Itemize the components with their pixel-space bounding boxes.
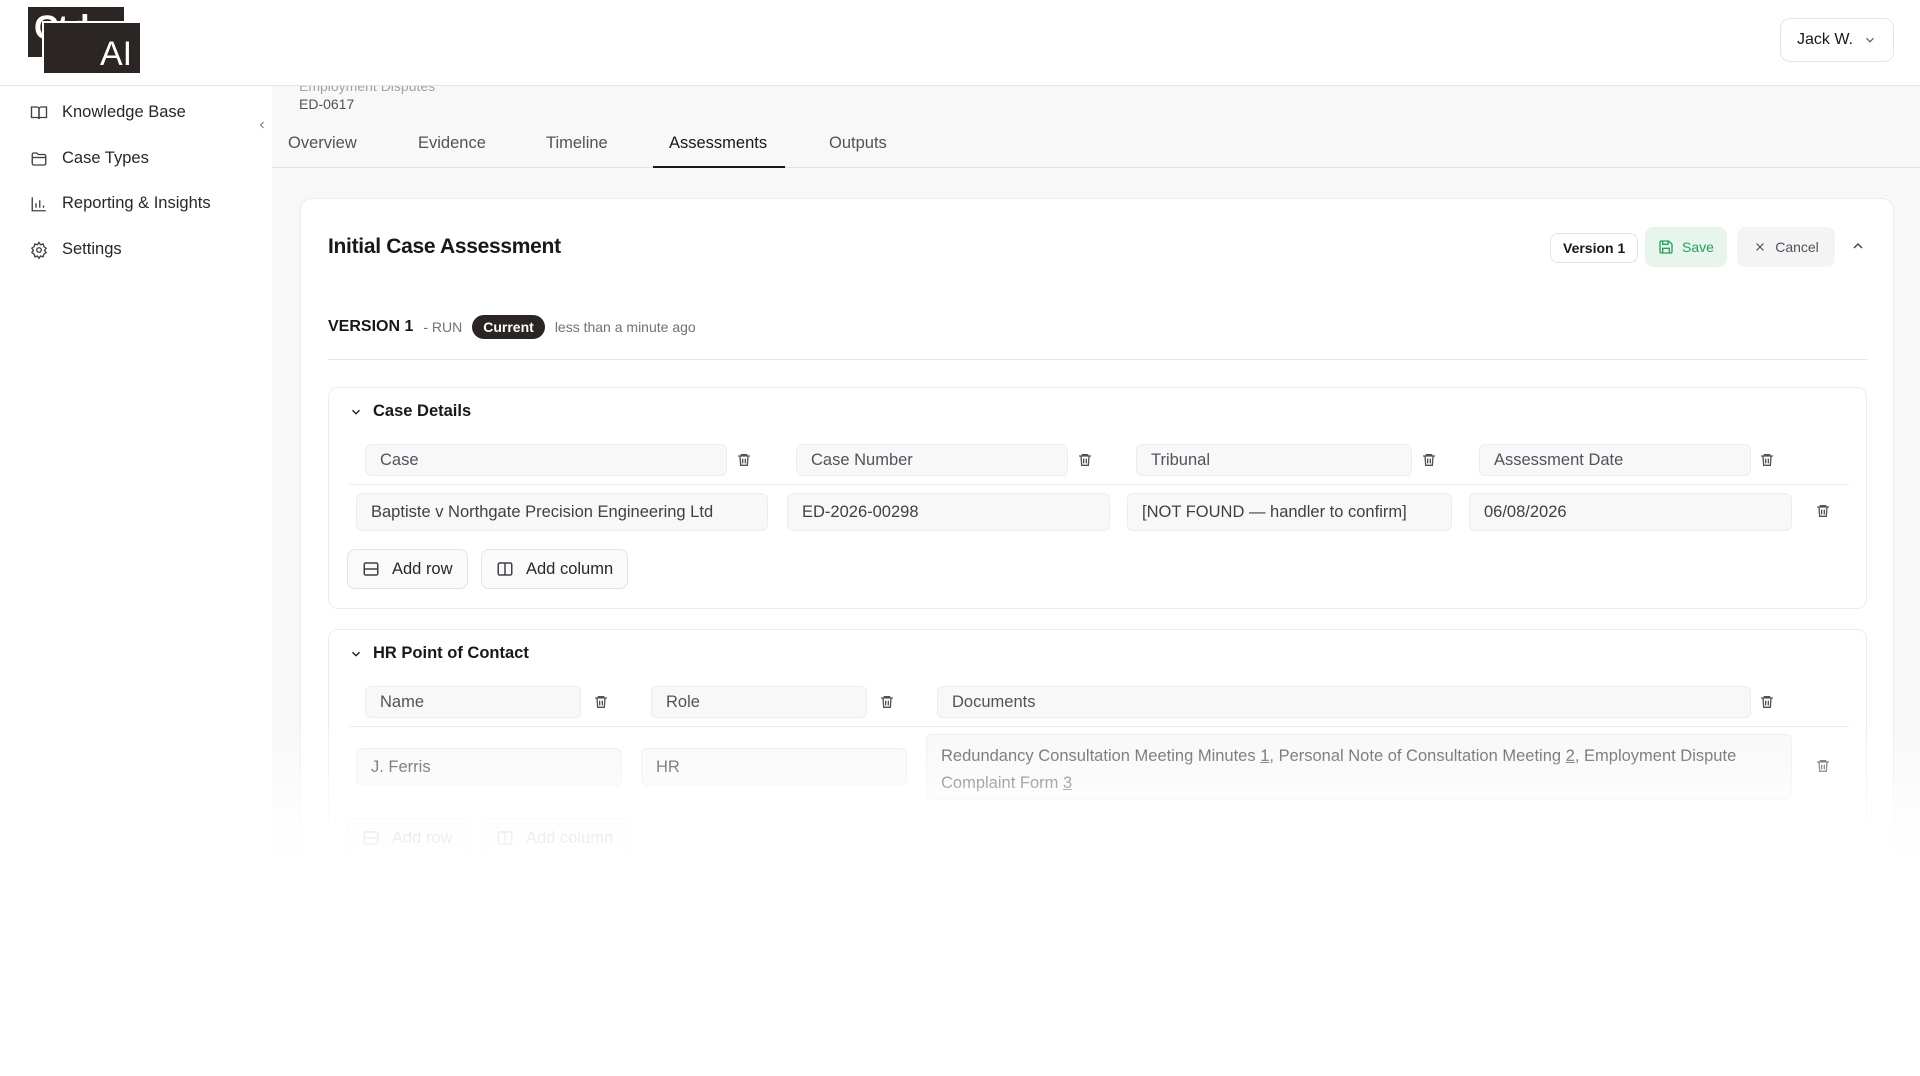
delete-column-trash-icon[interactable] xyxy=(1077,452,1093,468)
collapse-sidebar-chevron-icon[interactable] xyxy=(256,118,268,132)
add-row-label: Add row xyxy=(392,559,453,578)
cell-input[interactable]: HR xyxy=(641,748,907,786)
cell-input[interactable]: Baptiste v Northgate Precision Engineeri… xyxy=(356,493,768,531)
chevron-down-icon xyxy=(349,647,363,661)
cell-input[interactable]: 06/08/2026 xyxy=(1469,493,1792,531)
logo-text-ai: AI xyxy=(100,35,133,73)
column-header-field[interactable]: Tribunal xyxy=(1136,444,1412,476)
bar-chart-icon xyxy=(30,195,48,213)
cell-input[interactable]: [NOT FOUND — handler to confirm] xyxy=(1127,493,1452,531)
tab-timeline[interactable]: Timeline xyxy=(546,134,608,153)
user-menu-button[interactable]: Jack W. xyxy=(1780,18,1894,62)
save-button[interactable]: Save xyxy=(1645,227,1727,267)
citation-ref[interactable]: 1 xyxy=(1260,747,1269,765)
citation-ref[interactable]: 2 xyxy=(1566,747,1575,765)
add-column-label: Add column xyxy=(526,828,614,847)
documents-cell[interactable]: Redundancy Consultation Meeting Minutes … xyxy=(926,734,1792,800)
tab-bar: Overview Evidence Timeline Assessments O… xyxy=(272,126,1920,168)
add-column-button[interactable]: Add column xyxy=(481,818,629,856)
sidebar-item-reporting[interactable]: Reporting & Insights xyxy=(30,194,211,213)
divider xyxy=(328,359,1867,360)
cancel-button[interactable]: Cancel xyxy=(1737,227,1835,267)
delete-column-trash-icon[interactable] xyxy=(736,452,752,468)
delete-column-trash-icon[interactable] xyxy=(593,694,609,710)
column-header-field[interactable]: Assessment Date xyxy=(1479,444,1751,476)
section-header[interactable]: Case Details xyxy=(349,402,471,421)
section-header[interactable]: HR Point of Contact xyxy=(349,644,529,663)
section-title: Case Details xyxy=(373,402,472,420)
sidebar-item-label: Knowledge Base xyxy=(62,103,186,121)
book-icon xyxy=(30,104,48,122)
row-divider xyxy=(349,726,1849,727)
folder-icon xyxy=(30,150,48,168)
column-header-field[interactable]: Role xyxy=(651,686,867,718)
cell-input[interactable]: J. Ferris xyxy=(356,748,622,786)
delete-column-trash-icon[interactable] xyxy=(1421,452,1437,468)
save-icon xyxy=(1658,239,1674,255)
delete-row-trash-icon[interactable] xyxy=(1815,758,1831,774)
sidebar-item-settings[interactable]: Settings xyxy=(30,240,122,259)
chevron-down-icon xyxy=(1863,33,1877,47)
cancel-label: Cancel xyxy=(1775,239,1819,255)
tab-evidence[interactable]: Evidence xyxy=(418,134,486,153)
sidebar: Knowledge Base Case Types Reporting & In… xyxy=(0,86,272,1076)
column-header-field[interactable]: Documents xyxy=(937,686,1751,718)
user-name: Jack W. xyxy=(1796,31,1853,48)
delete-column-trash-icon[interactable] xyxy=(1759,452,1775,468)
top-bar: Ctrl AI Jack W. xyxy=(0,0,1920,86)
main-content: Employment Disputes ED-0617 Overview Evi… xyxy=(272,86,1920,856)
version-label: VERSION 1 xyxy=(328,318,414,335)
section-case-details: Case Details Case Case Number Tribunal A… xyxy=(328,387,1867,609)
run-label: - RUN xyxy=(423,319,463,335)
current-badge: Current xyxy=(472,315,545,339)
assessment-title: Initial Case Assessment xyxy=(328,235,561,258)
tab-overview[interactable]: Overview xyxy=(288,134,357,153)
version-select[interactable]: Version 1 xyxy=(1550,233,1639,263)
row-divider xyxy=(349,484,1849,485)
delete-column-trash-icon[interactable] xyxy=(1759,694,1775,710)
add-row-icon xyxy=(362,560,380,578)
add-row-icon xyxy=(362,829,380,847)
add-row-button[interactable]: Add row xyxy=(347,549,468,589)
collapse-card-chevron-up-icon[interactable] xyxy=(1850,238,1866,254)
timestamp: less than a minute ago xyxy=(554,319,696,335)
add-column-label: Add column xyxy=(526,559,614,578)
column-header-field[interactable]: Name xyxy=(365,686,581,718)
case-type-label: Employment Disputes xyxy=(299,86,436,94)
add-column-icon xyxy=(496,829,514,847)
add-row-button[interactable]: Add row xyxy=(347,818,468,856)
cell-input[interactable]: ED-2026-00298 xyxy=(787,493,1110,531)
delete-row-trash-icon[interactable] xyxy=(1815,503,1831,519)
chevron-down-icon xyxy=(349,405,363,419)
sidebar-item-case-types[interactable]: Case Types xyxy=(30,149,149,168)
column-header-field[interactable]: Case Number xyxy=(796,444,1068,476)
save-label: Save xyxy=(1682,239,1714,255)
document-link[interactable]: Redundancy Consultation Meeting Minutes xyxy=(941,747,1256,765)
section-title: HR Point of Contact xyxy=(373,644,529,662)
add-row-label: Add row xyxy=(392,828,453,847)
ctrl-ai-logo[interactable]: Ctrl AI xyxy=(26,5,142,75)
delete-column-trash-icon[interactable] xyxy=(879,694,895,710)
tab-outputs[interactable]: Outputs xyxy=(829,134,887,153)
sidebar-item-knowledge-base[interactable]: Knowledge Base xyxy=(30,103,186,122)
assessment-card: Initial Case Assessment Version 1 Save C… xyxy=(300,198,1894,856)
gear-icon xyxy=(30,240,48,259)
close-icon xyxy=(1753,240,1767,254)
add-column-icon xyxy=(496,560,514,578)
column-header-field[interactable]: Case xyxy=(365,444,727,476)
case-id: ED-0617 xyxy=(299,96,355,112)
add-column-button[interactable]: Add column xyxy=(481,549,629,589)
version-info: VERSION 1 - RUN Current less than a minu… xyxy=(328,315,696,339)
citation-ref[interactable]: 3 xyxy=(1063,774,1072,792)
section-hr-point-of-contact: HR Point of Contact Name Role Documents … xyxy=(328,629,1867,856)
sidebar-item-label: Reporting & Insights xyxy=(62,194,211,212)
tab-assessments[interactable]: Assessments xyxy=(669,134,767,153)
sidebar-item-label: Case Types xyxy=(62,149,149,167)
document-link[interactable]: Personal Note of Consultation Meeting xyxy=(1279,747,1562,765)
active-tab-indicator xyxy=(653,166,785,168)
sidebar-item-label: Settings xyxy=(62,240,122,258)
